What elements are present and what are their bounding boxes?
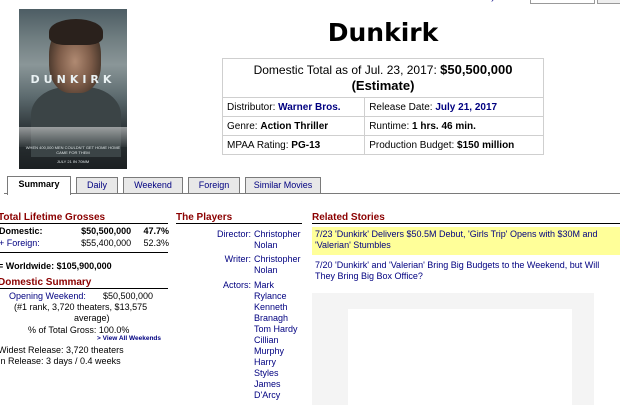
tab-similar-movies[interactable]: Similar Movies — [245, 177, 321, 193]
opening-weekend-link[interactable]: Opening Weekend: — [9, 291, 86, 302]
related-story-item[interactable]: 7/20 'Dunkirk' and 'Valerian' Bring Big … — [312, 258, 620, 286]
actor-link[interactable]: Kenneth — [254, 302, 310, 313]
actor-link[interactable]: Branagh — [254, 313, 310, 324]
view-all-weekends-link[interactable]: > View All Weekends — [97, 335, 161, 342]
opening-weekend-detail: (#1 rank, 3,720 theaters, $13,575 — [14, 302, 148, 312]
movie-title: Dunkirk — [327, 18, 439, 47]
director-link[interactable]: Christopher Nolan — [254, 229, 310, 251]
director-label: Director: — [216, 229, 251, 239]
writer-label: Writer: — [224, 254, 251, 264]
opening-weekend-value: $50,500,000 — [103, 291, 154, 301]
mpaa-cell: MPAA Rating: PG-13 — [221, 135, 366, 155]
mpaa-value: PG-13 — [291, 139, 321, 151]
actor-link[interactable]: Mark — [254, 280, 310, 291]
writer-name-line: Nolan — [254, 265, 278, 275]
story-date: 7/20 — [315, 260, 333, 270]
genre-cell: Genre: Action Thriller — [221, 116, 366, 136]
foreign-pct: 52.3% — [143, 238, 169, 248]
foreign-gross: $55,400,000 — [81, 238, 132, 248]
distributor-label: Distributor: — [227, 101, 276, 113]
domestic-summary-heading: Domestic Summary — [0, 277, 168, 289]
worldwide-gross: = Worldwide: $105,900,000 — [0, 261, 112, 271]
actor-link[interactable]: Murphy — [254, 346, 310, 357]
writer-name-line: Christopher — [254, 254, 301, 264]
search-input[interactable] — [530, 0, 595, 4]
foreign-link[interactable]: + Foreign: — [0, 237, 61, 249]
story-link[interactable]: 'Dunkirk' Delivers $50.5M Debut, 'Girls … — [315, 229, 598, 250]
widest-release: Widest Release: 3,720 theaters — [0, 345, 124, 355]
actors-label: Actors: — [222, 280, 251, 290]
poster-date: JULY 21 IN 70MM — [56, 159, 90, 164]
actor-link[interactable]: James — [254, 379, 310, 390]
actor-link[interactable]: Styles — [254, 368, 310, 379]
story-link[interactable]: 'Dunkirk' and 'Valerian' Bring Big Budge… — [315, 260, 599, 281]
actor-link[interactable]: Tom Hardy — [254, 324, 310, 335]
movie-poster: DUNKIRK WHEN 400,000 MEN COULDN'T GET HO… — [19, 9, 127, 169]
in-release: In Release: 3 days / 0.4 weeks — [0, 356, 121, 366]
distributor-cell: Distributor: Warner Bros. — [221, 97, 366, 117]
advertisement-content — [348, 309, 572, 405]
runtime-cell: Runtime: 1 hrs. 46 min. — [364, 116, 544, 136]
mpaa-label: MPAA Rating: — [227, 139, 289, 151]
story-date: 7/23 — [315, 229, 333, 239]
movie-info-table: Domestic Total as of Jul. 23, 2017: $50,… — [221, 58, 544, 155]
genre-value: Action Thriller — [260, 120, 329, 132]
advertisement-box[interactable] — [312, 293, 594, 405]
related-stories-heading: Related Stories — [312, 212, 620, 224]
players-heading: The Players — [176, 212, 302, 224]
release-date-label: Release Date: — [369, 101, 433, 113]
actors-list: Mark Rylance Kenneth Branagh Tom Hardy C… — [254, 280, 310, 401]
domestic-total-cell: Domestic Total as of Jul. 23, 2017: $50,… — [222, 58, 544, 98]
budget-value: $150 million — [457, 139, 515, 151]
poster-title: DUNKIRK — [30, 73, 116, 86]
domestic-total-label: Domestic Total as of Jul. 23, 2017: — [253, 63, 437, 77]
tab-weekend[interactable]: Weekend — [123, 177, 183, 193]
tab-bar: Summary Daily Weekend Foreign Similar Mo… — [4, 176, 620, 195]
search-button[interactable] — [597, 0, 620, 4]
domestic-gross: $50,500,000 — [81, 226, 132, 236]
tab-summary[interactable]: Summary — [7, 176, 71, 195]
opening-weekend-detail-2: average) — [74, 313, 110, 323]
release-date-cell: Release Date: July 21, 2017 — [364, 97, 544, 117]
budget-cell: Production Budget: $150 million — [364, 135, 544, 155]
domestic-total-value: $50,500,000 — [440, 62, 513, 77]
divider — [0, 252, 168, 253]
writer-link[interactable]: Christopher Nolan — [254, 254, 310, 276]
budget-label: Production Budget: — [369, 139, 455, 151]
lifetime-grosses-heading: Total Lifetime Grosses — [0, 212, 168, 224]
lifetime-grosses-table: Domestic: $50,500,000 47.7% + Foreign: $… — [0, 225, 170, 249]
domestic-label: Domestic: — [0, 226, 43, 236]
actor-link[interactable]: Harry — [254, 357, 310, 368]
runtime-label: Runtime: — [369, 120, 410, 132]
actor-link[interactable]: D'Arcy — [254, 390, 310, 401]
runtime-value: 1 hrs. 46 min. — [412, 120, 476, 132]
director-name-line: Christopher — [254, 229, 301, 239]
domestic-pct: 47.7% — [143, 226, 169, 236]
tab-daily[interactable]: Daily — [76, 177, 118, 193]
release-date-link[interactable]: July 21, 2017 — [435, 102, 497, 113]
actor-link[interactable]: Cillian — [254, 335, 310, 346]
distributor-link[interactable]: Warner Bros. — [278, 102, 340, 113]
director-name-line: Nolan — [254, 240, 278, 250]
actor-link[interactable]: Rylance — [254, 291, 310, 302]
tab-foreign[interactable]: Foreign — [188, 177, 240, 193]
poster-tagline: WHEN 400,000 MEN COULDN'T GET HOME HOME … — [25, 145, 121, 155]
top-link-fragment[interactable]: › — [491, 0, 497, 4]
genre-label: Genre: — [227, 120, 258, 132]
related-story-item[interactable]: 7/23 'Dunkirk' Delivers $50.5M Debut, 'G… — [312, 227, 620, 255]
domestic-total-note: (Estimate) — [351, 78, 415, 93]
